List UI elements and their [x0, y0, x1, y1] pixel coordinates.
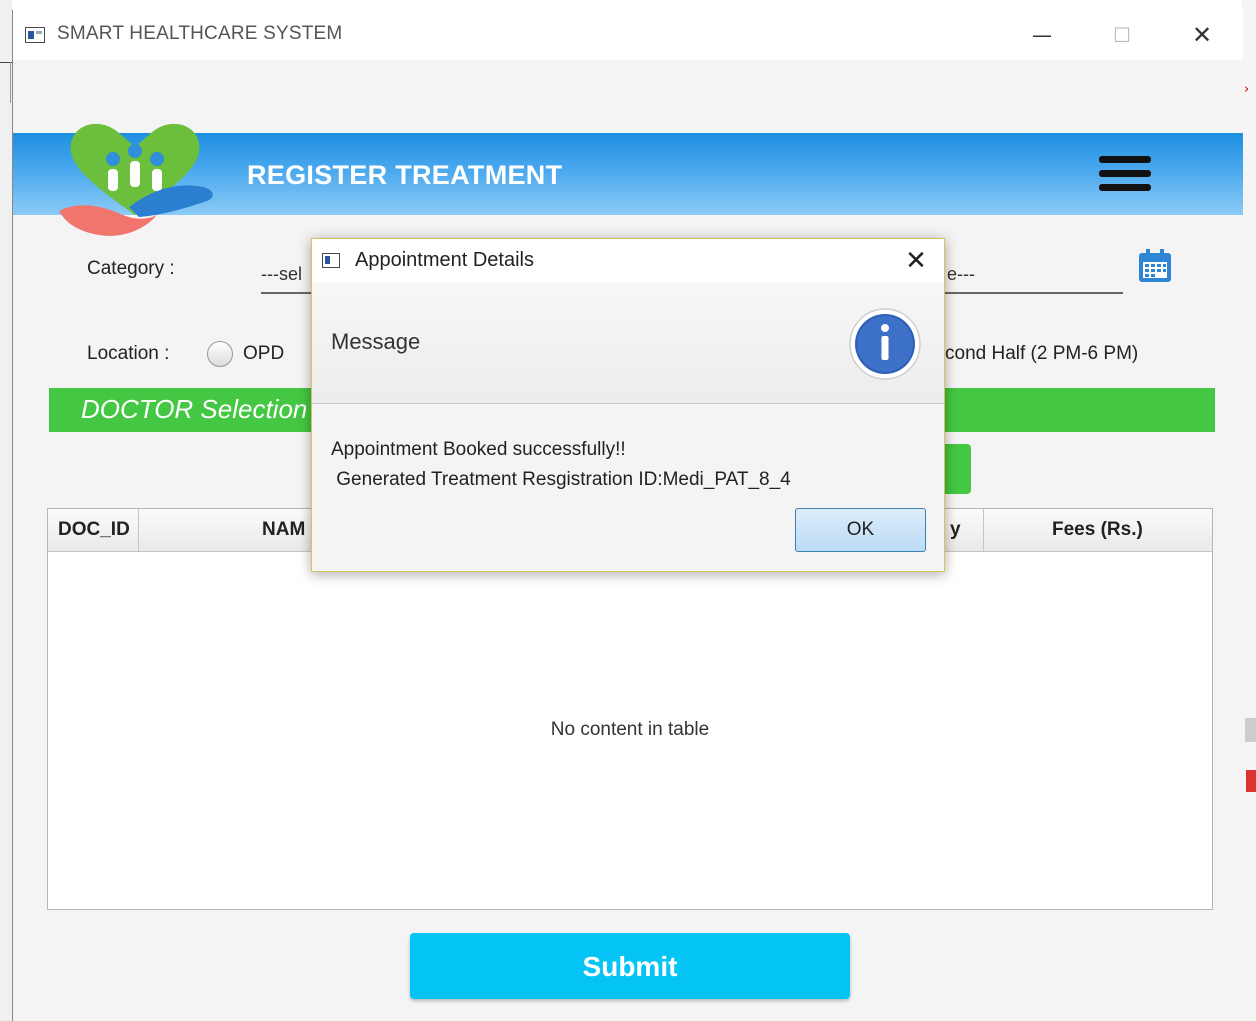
appointment-dialog: Appointment Details ✕ Message Appointmen…: [311, 238, 945, 572]
column-header-day[interactable]: y: [950, 509, 961, 551]
app-icon: [25, 27, 45, 43]
window-title: SMART HEALTHCARE SYSTEM: [57, 23, 343, 44]
dialog-app-icon: [322, 253, 340, 268]
date-combobox[interactable]: e---: [943, 254, 1123, 294]
ok-button[interactable]: OK: [795, 508, 926, 552]
column-header-fees[interactable]: Fees (Rs.): [1052, 509, 1143, 551]
doctor-selection-title: DOCTOR Selection: [81, 394, 308, 424]
maximize-button[interactable]: ☐: [1099, 18, 1145, 52]
table-empty-text: No content in table: [550, 719, 710, 740]
dialog-message-line2: Generated Treatment Resgistration ID:Med…: [331, 469, 791, 490]
category-label: Category :: [87, 258, 175, 279]
location-label: Location :: [87, 343, 170, 364]
dialog-title: Appointment Details: [355, 249, 534, 271]
minimize-button[interactable]: —: [1019, 18, 1065, 52]
dialog-close-button[interactable]: ✕: [898, 245, 934, 277]
window-titlebar: SMART HEALTHCARE SYSTEM — ☐ ✕: [13, 10, 1243, 60]
healthcare-logo-icon: [59, 123, 213, 236]
dialog-titlebar: Appointment Details ✕: [312, 239, 944, 283]
background-right-strip: ›: [1242, 0, 1256, 1021]
info-icon: [849, 308, 921, 380]
dialog-header-text: Message: [331, 329, 421, 354]
opd-radio-label: OPD: [243, 343, 285, 364]
submit-button[interactable]: Submit: [410, 933, 850, 999]
second-half-slot-label[interactable]: cond Half (2 PM-6 PM): [945, 343, 1138, 365]
hamburger-menu-icon[interactable]: [1099, 156, 1151, 192]
page-title: REGISTER TREATMENT: [247, 160, 563, 190]
column-header-name[interactable]: NAM: [262, 509, 305, 551]
column-header-doc-id[interactable]: DOC_ID: [58, 509, 130, 551]
close-button[interactable]: ✕: [1179, 18, 1225, 52]
category-combobox-value: ---sel: [261, 264, 302, 284]
date-combobox-value: e---: [947, 264, 975, 284]
background-left-strip: [0, 0, 12, 1021]
opd-radio[interactable]: [207, 341, 233, 367]
calendar-icon[interactable]: [1137, 248, 1173, 284]
dialog-message-line1: Appointment Booked successfully!!: [331, 439, 626, 460]
dialog-message: Appointment Booked successfully!! Genera…: [331, 435, 791, 495]
